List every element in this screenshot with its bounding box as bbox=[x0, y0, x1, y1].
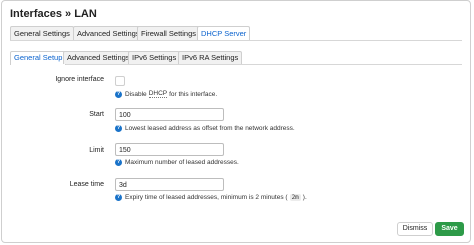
lease-time-label: Lease time bbox=[69, 181, 104, 188]
limit-help: ? Maximum number of leased addresses. bbox=[115, 159, 239, 166]
tab-firewall-settings[interactable]: Firewall Settings bbox=[137, 26, 201, 40]
ignore-interface-label: Ignore interface bbox=[55, 76, 104, 83]
ignore-interface-checkbox[interactable] bbox=[115, 76, 125, 86]
start-label: Start bbox=[89, 111, 104, 118]
subtab-ipv6-ra-settings[interactable]: IPv6 RA Settings bbox=[178, 51, 243, 64]
help-icon: ? bbox=[115, 90, 122, 98]
dhcp-abbreviation: DHCP bbox=[148, 90, 168, 98]
dialog-title: Interfaces » LAN bbox=[10, 8, 97, 20]
subtab-advanced-settings[interactable]: Advanced Settings bbox=[63, 51, 134, 64]
interface-dialog: Interfaces » LAN General Settings Advanc… bbox=[1, 0, 471, 243]
help-text: Maximum number of leased addresses. bbox=[125, 159, 239, 166]
help-icon: ? bbox=[115, 194, 122, 201]
tab-general-settings[interactable]: General Settings bbox=[10, 26, 74, 40]
subtab-ipv6-settings[interactable]: IPv6 Settings bbox=[128, 51, 181, 64]
help-icon: ? bbox=[115, 159, 122, 166]
dismiss-button[interactable]: Dismiss bbox=[397, 222, 433, 236]
help-text: for this interface. bbox=[169, 90, 218, 98]
subtab-general-setup[interactable]: General Setup bbox=[10, 51, 67, 65]
help-text: Disable bbox=[125, 90, 147, 98]
ignore-interface-help: ? Disable DHCP for this interface. bbox=[115, 90, 217, 98]
tab-dhcp-server[interactable]: DHCP Server bbox=[197, 26, 251, 40]
tab-advanced-settings[interactable]: Advanced Settings bbox=[73, 26, 144, 40]
help-text: ). bbox=[302, 194, 307, 201]
tabs-sub: General Setup Advanced Settings IPv6 Set… bbox=[10, 51, 462, 65]
help-text: Lowest leased address as offset from the… bbox=[125, 125, 295, 132]
lease-time-help: ? Expiry time of leased addresses, minim… bbox=[115, 194, 307, 201]
help-icon: ? bbox=[115, 125, 122, 132]
limit-label: Limit bbox=[89, 147, 104, 154]
start-input[interactable]: 100 bbox=[115, 108, 224, 121]
help-text: Expiry time of leased addresses, minimum… bbox=[125, 194, 288, 201]
limit-input[interactable]: 150 bbox=[115, 143, 224, 156]
tabs-top: General Settings Advanced Settings Firew… bbox=[10, 26, 462, 41]
lease-time-input[interactable]: 3d bbox=[115, 178, 224, 191]
save-button[interactable]: Save bbox=[435, 222, 464, 236]
start-help: ? Lowest leased address as offset from t… bbox=[115, 125, 295, 132]
code-snippet: 2m bbox=[289, 194, 301, 201]
